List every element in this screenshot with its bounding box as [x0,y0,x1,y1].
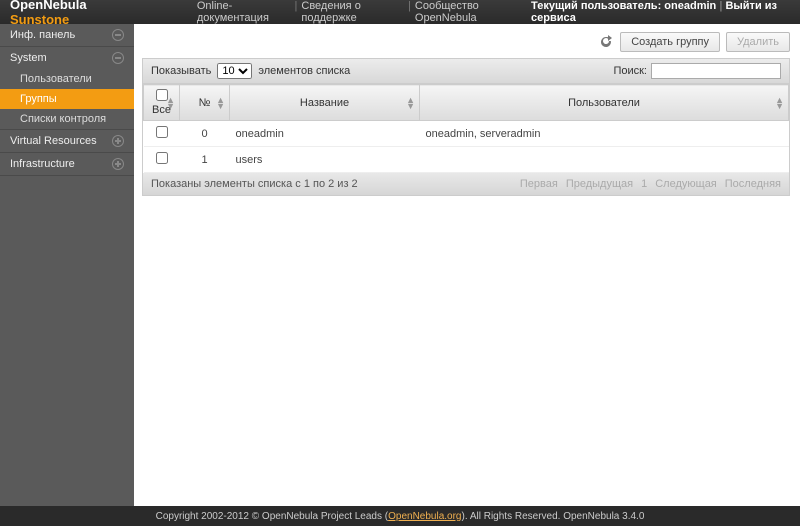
sidebar-sub-users[interactable]: Пользователи [0,69,134,89]
cell-id: 1 [180,147,230,173]
pager: Первая Предыдущая 1 Следующая Последняя [520,178,781,190]
pager-first[interactable]: Первая [520,178,558,190]
search-input[interactable] [651,63,781,79]
delete-button: Удалить [726,32,790,52]
footer: Copyright 2002-2012 © OpenNebula Project… [0,506,800,526]
sidebar-sub-groups[interactable]: Группы [0,89,134,109]
cell-users: oneadmin, serveradmin [420,121,789,147]
pager-page[interactable]: 1 [641,178,647,190]
table-row[interactable]: 1 users [144,147,789,173]
current-user-label: Текущий пользователь: [531,0,661,12]
col-all[interactable]: Все ▲▼ [144,85,180,121]
row-checkbox[interactable] [156,126,168,138]
cell-name: oneadmin [230,121,420,147]
header: OpenNebula Sunstone Online-документация … [0,0,800,24]
sort-icon: ▲▼ [216,97,225,109]
show-label: Показывать [151,65,211,77]
page-size-select[interactable]: 10 [217,63,252,79]
header-user: Текущий пользователь: oneadmin | Выйти и… [531,0,800,24]
toolbar: Создать группу Удалить [142,32,790,52]
collapse-icon[interactable] [112,52,124,64]
table-summary: Показаны элементы списка с 1 по 2 из 2 [151,178,358,190]
cell-name: users [230,147,420,173]
table-row[interactable]: 0 oneadmin oneadmin, serveradmin [144,121,789,147]
footer-link[interactable]: OpenNebula.org [388,511,461,522]
main-content: Создать группу Удалить Показывать 10 эле… [134,24,800,506]
sort-icon: ▲▼ [166,97,175,109]
sidebar-item-vresources[interactable]: Virtual Resources [0,129,134,153]
sidebar-item-infra[interactable]: Infrastructure [0,153,134,176]
col-users[interactable]: Пользователи ▲▼ [420,85,789,121]
groups-table: Все ▲▼ № ▲▼ Название ▲▼ Пользователи [143,84,789,173]
col-id[interactable]: № ▲▼ [180,85,230,121]
link-docs[interactable]: Online-документация [193,0,295,24]
cell-users [420,147,789,173]
pager-next[interactable]: Следующая [655,178,717,190]
sort-icon: ▲▼ [775,97,784,109]
header-links: Online-документация | Сведения о поддерж… [193,0,531,24]
refresh-icon[interactable] [598,34,614,50]
sidebar: Инф. панель System Пользователи Группы С… [0,24,134,506]
logo-text-1: OpenNebula [10,0,87,12]
link-support[interactable]: Сведения о поддержке [297,0,408,24]
expand-icon[interactable] [112,158,124,170]
row-checkbox[interactable] [156,152,168,164]
pager-prev[interactable]: Предыдущая [566,178,633,190]
entries-label: элементов списка [258,65,350,77]
expand-icon[interactable] [112,135,124,147]
sort-icon: ▲▼ [406,97,415,109]
table-controls: Показывать 10 элементов списка Поиск: [142,58,790,84]
cell-id: 0 [180,121,230,147]
sidebar-sub-acl[interactable]: Списки контроля [0,109,134,129]
collapse-icon[interactable] [112,29,124,41]
current-user: oneadmin [664,0,716,12]
sidebar-item-dashboard[interactable]: Инф. панель [0,24,134,47]
link-community[interactable]: Сообщество OpenNebula [411,0,531,24]
table-footer: Показаны элементы списка с 1 по 2 из 2 П… [142,173,790,196]
search-label: Поиск: [613,65,647,77]
pager-last[interactable]: Последняя [725,178,781,190]
sidebar-item-system[interactable]: System [0,47,134,69]
create-group-button[interactable]: Создать группу [620,32,720,52]
col-name[interactable]: Название ▲▼ [230,85,420,121]
logo: OpenNebula Sunstone [0,0,143,27]
